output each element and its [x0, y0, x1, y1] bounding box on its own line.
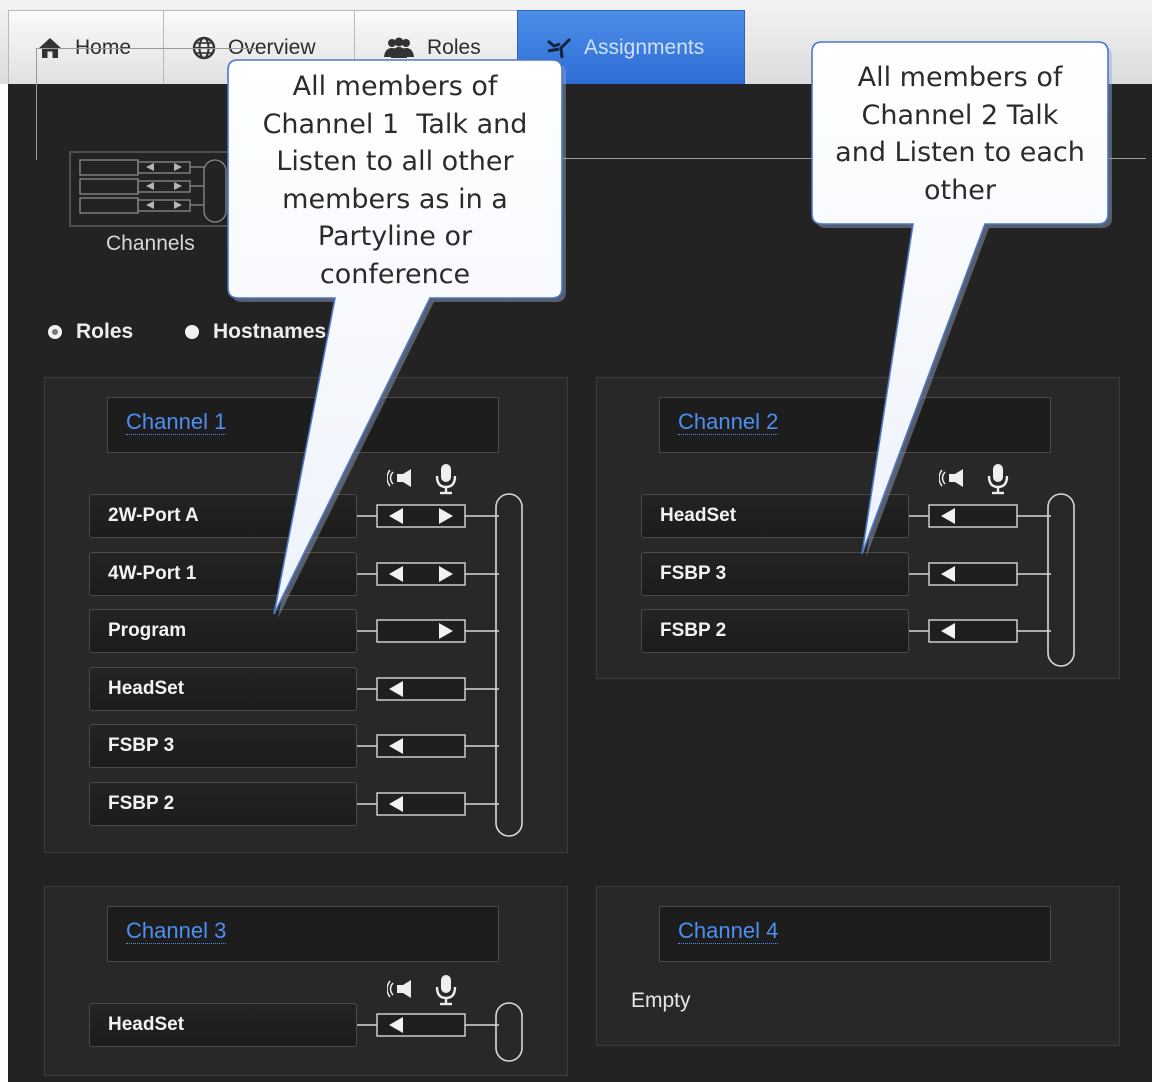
- channels-toolbar-label: Channels: [106, 232, 195, 255]
- tab-overview-label: Overview: [228, 35, 316, 59]
- radio-roles[interactable]: Roles: [48, 320, 133, 344]
- channel-panel-2: Channel 2 HeadSet FSBP 3 FSBP 2: [596, 377, 1120, 679]
- tab-home-label: Home: [75, 35, 132, 59]
- radio-hostnames[interactable]: Hostnames: [185, 320, 326, 344]
- callout-1-text: All members of Channel 1 Talk and Listen…: [230, 68, 560, 293]
- channel-title[interactable]: Channel 1: [126, 409, 227, 435]
- channel-title[interactable]: Channel 4: [678, 918, 779, 944]
- member-row[interactable]: HeadSet: [641, 494, 909, 538]
- home-icon: [37, 37, 63, 59]
- route-control[interactable]: [357, 496, 499, 536]
- route-control[interactable]: [357, 726, 499, 766]
- route-control[interactable]: [909, 496, 1051, 536]
- callout-line: Channel 1 Talk and: [262, 108, 528, 140]
- channel-panel-1: Channel 1 2W-Port A 4W-Port 1 Program He…: [44, 377, 568, 853]
- member-row[interactable]: HeadSet: [89, 667, 357, 711]
- tab-roles-label: Roles: [427, 35, 481, 59]
- callout-line: and Listen to each: [835, 137, 1085, 168]
- route-control[interactable]: [909, 554, 1051, 594]
- route-control[interactable]: [909, 611, 1051, 651]
- route-control[interactable]: [357, 611, 499, 651]
- route-control[interactable]: [357, 554, 499, 594]
- route-control[interactable]: [357, 1005, 499, 1045]
- callout-line: Partyline or: [317, 221, 473, 252]
- channels-icon: [69, 151, 229, 227]
- route-control[interactable]: [357, 669, 499, 709]
- member-row[interactable]: FSBP 2: [89, 782, 357, 826]
- member-row[interactable]: FSBP 3: [89, 724, 357, 768]
- callout-line: All members of: [292, 71, 498, 102]
- tab-assignments-label: Assignments: [584, 35, 705, 59]
- tab-home[interactable]: Home: [8, 10, 165, 84]
- channel-title[interactable]: Channel 2: [678, 409, 779, 435]
- callout-line: conference: [319, 258, 471, 290]
- callout-line: All members of: [857, 62, 1063, 93]
- radio-unselected-icon: [185, 325, 199, 339]
- radio-selected-icon: [48, 325, 62, 339]
- callout-line: Channel 2 Talk: [861, 99, 1059, 131]
- member-row[interactable]: Program: [89, 609, 357, 653]
- channels-toolbar-button[interactable]: [68, 150, 238, 230]
- route-control[interactable]: [357, 784, 499, 824]
- globe-icon: [192, 36, 216, 60]
- assignments-icon: [546, 37, 572, 59]
- channel-header: Channel 1: [107, 397, 499, 453]
- callout-line: Listen to all other: [276, 146, 514, 177]
- channel-title[interactable]: Channel 3: [126, 918, 227, 944]
- channel-header: Channel 3: [107, 906, 499, 962]
- users-icon: [383, 37, 415, 59]
- channel-panel-4: Channel 4 Empty: [596, 886, 1120, 1046]
- member-row[interactable]: 2W-Port A: [89, 494, 357, 538]
- channel-header: Channel 2: [659, 397, 1051, 453]
- callout-line: other: [924, 174, 996, 206]
- member-row[interactable]: HeadSet: [89, 1003, 357, 1047]
- radio-roles-label: Roles: [76, 320, 134, 343]
- channel-header: Channel 4: [659, 906, 1051, 962]
- member-row[interactable]: FSBP 2: [641, 609, 909, 653]
- radio-hostnames-label: Hostnames: [213, 320, 327, 343]
- callout-line: members as in a: [282, 183, 508, 215]
- channel-empty-text: Empty: [631, 989, 691, 1012]
- member-row[interactable]: FSBP 3: [641, 552, 909, 596]
- callout-2-text: All members of Channel 2 Talk and Listen…: [812, 59, 1108, 209]
- channel-panel-3: Channel 3 HeadSet: [44, 886, 568, 1076]
- member-row[interactable]: 4W-Port 1: [89, 552, 357, 596]
